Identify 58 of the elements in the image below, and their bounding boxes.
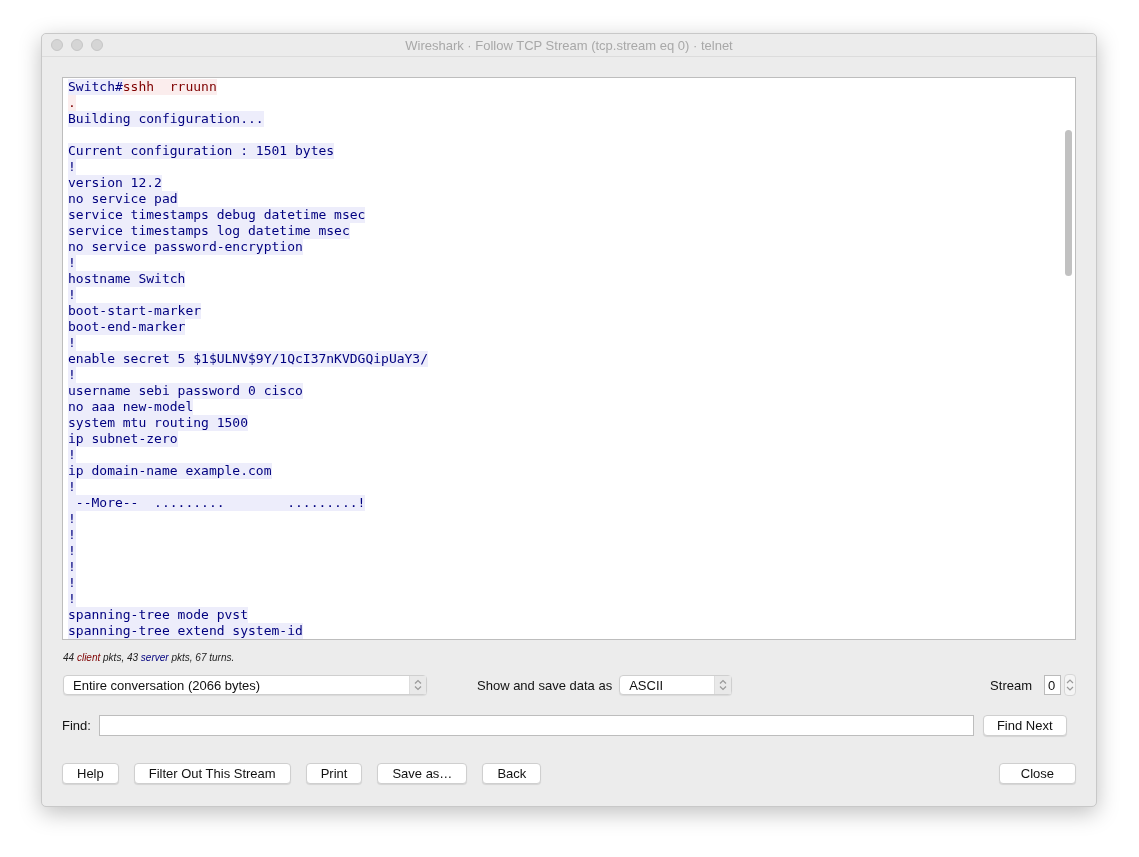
client-text: . [68,95,76,111]
server-text: ! [68,575,76,591]
dialog-button[interactable]: Print [305,763,363,784]
scrollbar-thumb[interactable] [1064,130,1072,276]
server-text: boot-end-marker [68,319,186,335]
server-text: ip subnet-zero [68,431,178,447]
server-text: ! [68,287,76,303]
server-text: ! [68,159,76,175]
dialog-button[interactable]: Save as… [377,763,468,784]
server-text: spanning-tree extend system-id [68,623,303,639]
updown-icon [409,676,426,694]
server-text: service timestamps log datetime msec [68,223,350,239]
server-text: no aaa new-model [68,399,194,415]
server-text: spanning-tree mode pvst [68,607,248,623]
server-text: no service pad [68,191,178,207]
server-text: ip domain-name example.com [68,463,272,479]
server-text: ! [68,255,76,271]
window-title: Wireshark · Follow TCP Stream (tcp.stream eq 0) · telnet [405,38,733,53]
server-text: ! [68,479,76,495]
server-text: system mtu routing 1500 [68,415,248,431]
server-text: Switch# [68,79,123,95]
server-text: ! [68,543,76,559]
close-window-button[interactable] [51,39,63,51]
packet-summary: 44 client pkts, 43 server pkts, 67 turns. [63,652,235,663]
server-text: ! [68,527,76,543]
server-text: no service password-encryption [68,239,303,255]
format-dropdown[interactable]: ASCII [619,675,733,695]
server-text: version 12.2 [68,175,162,191]
find-field[interactable] [98,715,974,736]
server-text: ! [68,367,76,383]
server-text: hostname Switch [68,271,186,287]
server-text: boot-start-marker [68,303,202,319]
client-text: sshh rruunn [122,79,217,95]
conversation-dropdown[interactable]: Entire conversation (2066 bytes) [63,675,427,695]
close-button[interactable]: Close [998,763,1076,784]
server-text: ! [68,447,76,463]
server-text: enable secret 5 $1$ULNV$9Y/1QcI37nKVDGQipUaY3/ [68,351,429,367]
zoom-window-button[interactable] [91,39,103,51]
server-text: --More-- ......... .........! [68,495,366,511]
format-label: Show and save data as [477,677,613,693]
server-text: username sebi password 0 cisco [68,383,303,399]
server-text: ! [68,511,76,527]
server-text: Building configuration... [68,111,264,127]
find-next-button[interactable]: Find Next [982,715,1067,736]
server-text: ! [68,591,76,607]
updown-icon [714,676,732,694]
server-text: service timestamps debug datetime msec [68,207,366,223]
server-text: ! [68,335,76,351]
dialog-button[interactable]: Back [482,763,542,784]
spinner-arrows-icon[interactable] [1064,674,1076,696]
server-text: ! [68,559,76,575]
dialog-button[interactable]: Filter Out This Stream [133,763,291,784]
minimize-window-button[interactable] [71,39,83,51]
stream-number-field[interactable]: 0 [1044,675,1061,695]
find-label: Find: [62,718,91,733]
dialog-button[interactable]: Help [62,763,119,784]
server-text: Current configuration : 1501 bytes [68,143,335,159]
stream-label: Stream [990,677,1032,693]
